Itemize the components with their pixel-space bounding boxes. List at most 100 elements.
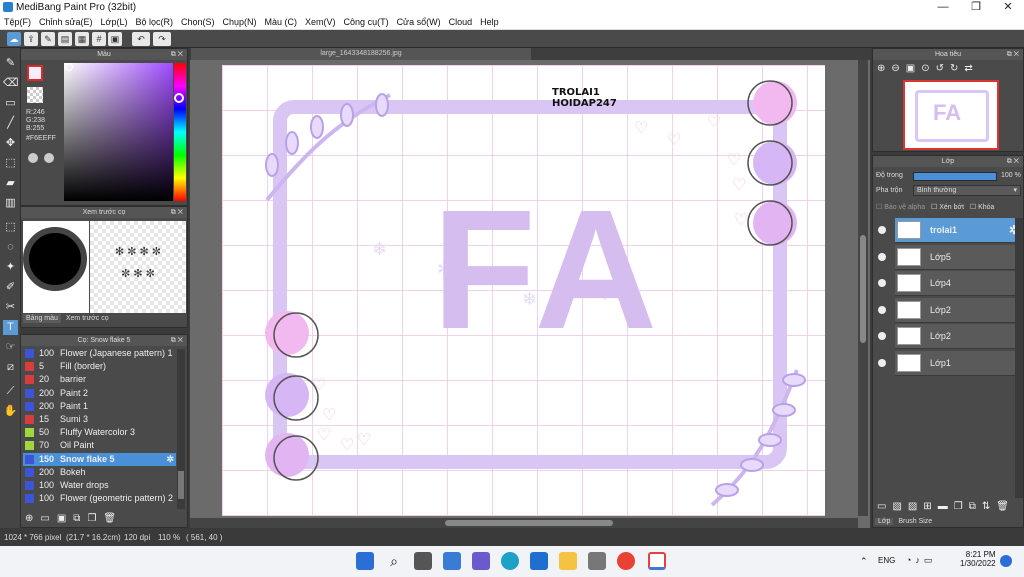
copy-brush-icon[interactable]: ⧉ bbox=[73, 513, 87, 524]
eye-icon[interactable] bbox=[878, 226, 886, 234]
eyedropper-icon[interactable]: ⟋ bbox=[3, 384, 18, 399]
panel-close-icon[interactable]: ⧉ ✕ bbox=[1007, 156, 1019, 167]
camera-icon[interactable] bbox=[588, 552, 606, 570]
redo-icon[interactable]: ↷ bbox=[153, 32, 171, 46]
brush-item[interactable]: 100 Water drops bbox=[23, 479, 176, 492]
start-icon[interactable] bbox=[356, 552, 374, 570]
layer-row[interactable]: Lớp5 bbox=[895, 244, 1023, 270]
brush-item[interactable]: 5 Fill (border) bbox=[23, 360, 176, 373]
move-tool-icon[interactable]: ✥ bbox=[3, 136, 18, 151]
add-brush-icon[interactable]: ⊕ bbox=[25, 513, 40, 524]
vertical-scrollbar[interactable] bbox=[858, 60, 868, 516]
export-icon[interactable]: ⇪ bbox=[24, 32, 38, 46]
chrome-icon[interactable] bbox=[617, 552, 635, 570]
grid-icon[interactable]: # bbox=[92, 32, 106, 46]
lock-checkbox[interactable]: ☐ Khóa bbox=[970, 204, 995, 211]
menu-window[interactable]: Cửa sổ(W) bbox=[393, 15, 445, 30]
new-layer-icon[interactable]: ▭ bbox=[877, 501, 892, 512]
layer-folder-icon[interactable]: ▬ bbox=[938, 501, 954, 512]
select-rect-icon[interactable]: ⬚ bbox=[3, 220, 18, 235]
tray-icons[interactable]: ◔♪▭ bbox=[906, 555, 936, 566]
lasso-icon[interactable]: ◌ bbox=[3, 240, 18, 255]
add-layer-menu-icon[interactable]: ⊞ bbox=[923, 501, 937, 512]
menu-cloud[interactable]: Cloud bbox=[445, 15, 477, 30]
tab-brush-size[interactable]: Brush Size bbox=[895, 518, 935, 525]
cloud-icon[interactable]: ☁ bbox=[7, 32, 21, 46]
task-view-icon[interactable] bbox=[414, 552, 432, 570]
hand-tool-icon[interactable]: ✋ bbox=[3, 404, 18, 419]
menu-edit[interactable]: Chỉnh sửa(E) bbox=[35, 15, 97, 30]
mail-icon[interactable] bbox=[530, 552, 548, 570]
rectangle-tool-icon[interactable]: ▭ bbox=[3, 96, 18, 111]
delete-brush-icon[interactable]: 🗑 bbox=[103, 513, 123, 524]
file-explorer-icon[interactable] bbox=[559, 552, 577, 570]
blend-mode-select[interactable]: Bình thường ▾ bbox=[913, 185, 1021, 196]
divide-tool-icon[interactable]: ⧄ bbox=[3, 360, 18, 375]
document-tab[interactable]: large_1643348188256.jpg bbox=[191, 48, 531, 60]
delete-layer-icon[interactable]: 🗑 bbox=[996, 501, 1015, 512]
menu-tools[interactable]: Công cụ(T) bbox=[340, 15, 393, 30]
zoom-in-icon[interactable]: ⊕ bbox=[877, 63, 891, 74]
duplicate-layer-icon[interactable]: ❐ bbox=[954, 501, 969, 512]
flip-icon[interactable]: ⇄ bbox=[964, 63, 978, 74]
select-eraser-icon[interactable]: ✂ bbox=[3, 300, 18, 315]
menu-filter[interactable]: Bộ lọc(R) bbox=[131, 15, 177, 30]
brush-item[interactable]: 15 Sumi 3 bbox=[23, 413, 176, 426]
search-icon[interactable]: ⌕ bbox=[385, 552, 403, 570]
hue-cursor[interactable] bbox=[174, 93, 184, 103]
fill-tool-icon[interactable]: ▰ bbox=[3, 176, 18, 191]
brush-item[interactable]: 150 Snow flake 5 ✲ bbox=[23, 452, 176, 466]
text-tool-icon[interactable]: T bbox=[3, 320, 18, 335]
brush-list-scrollbar[interactable] bbox=[177, 349, 185, 509]
menu-layer[interactable]: Lớp(L) bbox=[97, 15, 132, 30]
layer-list-scrollbar[interactable] bbox=[1015, 218, 1023, 498]
eye-icon[interactable] bbox=[878, 305, 886, 314]
sv-cursor[interactable] bbox=[65, 63, 73, 71]
brush-item[interactable]: 100 Flower (geometric pattern) 2 bbox=[23, 492, 176, 505]
rotate-left-icon[interactable]: ↺ bbox=[936, 63, 950, 74]
brush-item[interactable]: 50 Fluffy Watercolor 3 bbox=[23, 426, 176, 439]
layer-settings-icon[interactable]: ⇅ bbox=[982, 501, 996, 512]
brush-item[interactable]: 200 Bokeh bbox=[23, 466, 176, 479]
notification-icon[interactable] bbox=[1000, 555, 1012, 567]
new-8bit-layer-icon[interactable]: ▨ bbox=[908, 501, 923, 512]
opacity-slider[interactable] bbox=[913, 172, 997, 181]
brush-item[interactable]: 100 Flower (Japanese pattern) 1 bbox=[23, 347, 176, 360]
close-button[interactable]: ✕ bbox=[993, 0, 1023, 15]
minimize-button[interactable]: — bbox=[928, 0, 958, 15]
gear-icon[interactable]: ✲ bbox=[166, 453, 174, 466]
operation-tool-icon[interactable]: ☞ bbox=[3, 340, 18, 355]
panel-close-icon[interactable]: ⧉ ✕ bbox=[1007, 49, 1019, 60]
fit-icon[interactable]: ▣ bbox=[906, 63, 921, 74]
line-tool-icon[interactable]: ╱ bbox=[3, 116, 18, 131]
medibang-icon[interactable] bbox=[648, 552, 666, 570]
eraser-tool-icon[interactable]: ⌫ bbox=[3, 76, 19, 91]
gradient-tool-icon[interactable]: ▥ bbox=[3, 196, 18, 211]
tab-layer[interactable]: Lớp bbox=[875, 518, 894, 525]
layer-row[interactable]: trolai1 ✲ bbox=[895, 218, 1023, 243]
color-palette-icon[interactable] bbox=[44, 153, 54, 163]
brush-folder-icon[interactable]: ▣ bbox=[57, 513, 73, 524]
panel-close-icon[interactable]: ⧉ ✕ bbox=[171, 335, 183, 346]
brush-item[interactable]: 20 barrier bbox=[23, 373, 176, 386]
tab-color-palette[interactable]: Bảng màu bbox=[23, 314, 61, 323]
merge-layer-icon[interactable]: ⧉ bbox=[969, 501, 982, 512]
layer-row[interactable]: Lớp2 bbox=[895, 297, 1023, 323]
actual-size-icon[interactable]: ⊙ bbox=[921, 63, 935, 74]
color-wheel-icon[interactable] bbox=[28, 153, 38, 163]
layer-row[interactable]: Lớp2 bbox=[895, 324, 1023, 349]
saturation-value-picker[interactable] bbox=[64, 63, 173, 201]
undo-icon[interactable]: ↶ bbox=[132, 32, 150, 46]
magic-wand-icon[interactable]: ✦ bbox=[3, 260, 18, 275]
eye-icon[interactable] bbox=[878, 252, 886, 261]
menu-file[interactable]: Tệp(F) bbox=[0, 15, 35, 30]
eye-icon[interactable] bbox=[878, 332, 886, 340]
navigator-thumbnail[interactable]: FA bbox=[903, 80, 999, 150]
transform-tool-icon[interactable]: ⬚ bbox=[3, 156, 18, 171]
panel-close-icon[interactable]: ⧉ ✕ bbox=[171, 207, 183, 218]
brush-item[interactable]: 200 Paint 1 bbox=[23, 400, 176, 413]
menu-snap[interactable]: Chụp(N) bbox=[219, 15, 261, 30]
comic-icon[interactable]: ▦ bbox=[75, 32, 89, 46]
new-brush-icon[interactable]: ▭ bbox=[40, 513, 56, 524]
alpha-protect-checkbox[interactable]: ☐ Bảo vệ alpha bbox=[876, 204, 925, 211]
